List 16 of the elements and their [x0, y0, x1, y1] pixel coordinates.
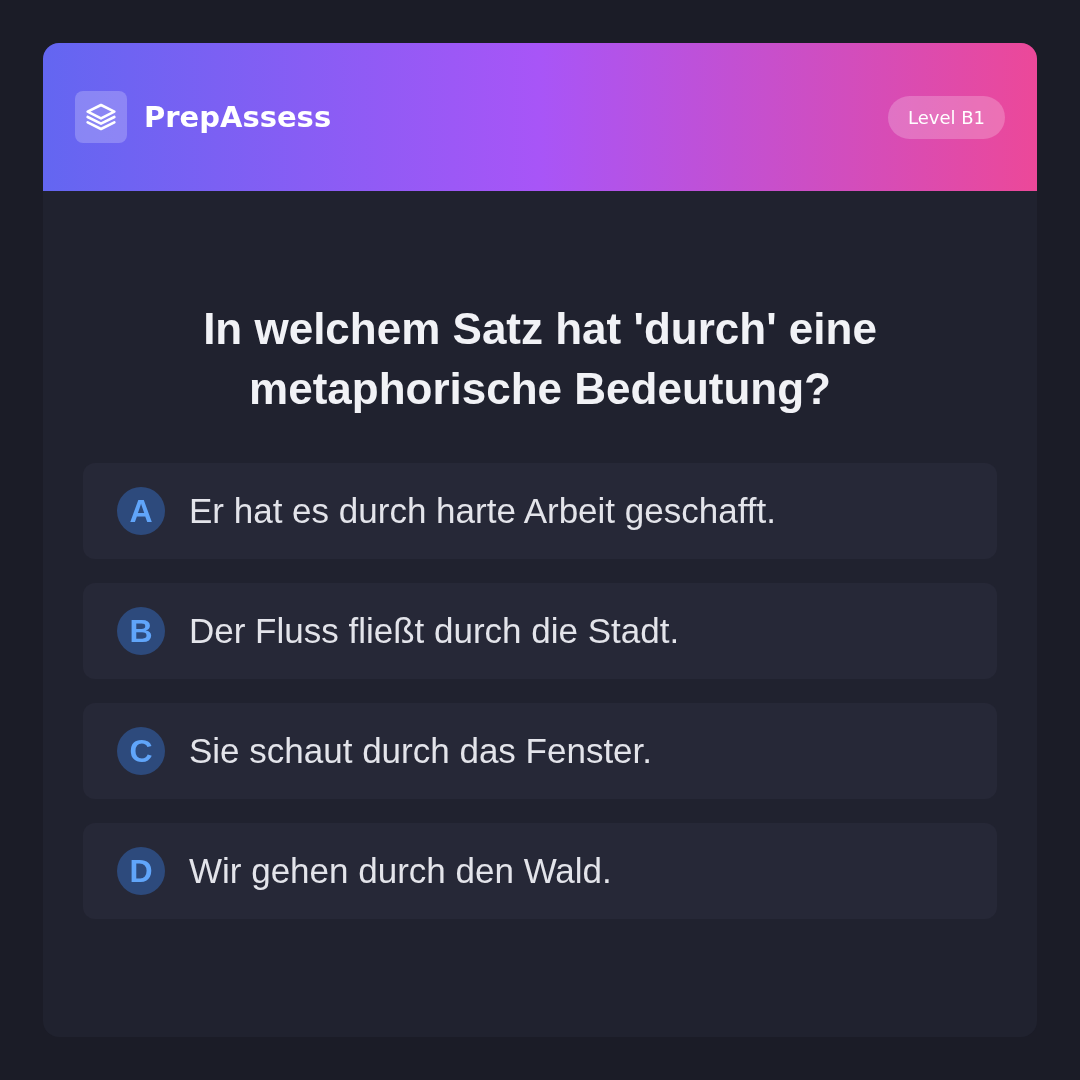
answer-option[interactable]: C Sie schaut durch das Fenster.: [83, 703, 997, 799]
brand-name: PrepAssess: [144, 100, 332, 134]
answer-option[interactable]: D Wir gehen durch den Wald.: [83, 823, 997, 919]
answer-option[interactable]: B Der Fluss fließt durch die Stadt.: [83, 583, 997, 679]
option-letter: B: [117, 607, 165, 655]
option-text: Sie schaut durch das Fenster.: [189, 731, 653, 771]
option-text: Wir gehen durch den Wald.: [189, 851, 612, 891]
option-letter: D: [117, 847, 165, 895]
layers-icon: [75, 91, 127, 143]
option-text: Er hat es durch harte Arbeit geschafft.: [189, 491, 776, 531]
answer-option[interactable]: A Er hat es durch harte Arbeit geschafft.: [83, 463, 997, 559]
option-text: Der Fluss fließt durch die Stadt.: [189, 611, 680, 651]
option-letter: C: [117, 727, 165, 775]
option-letter: A: [117, 487, 165, 535]
level-badge: Level B1: [887, 95, 1005, 139]
question-text: In welchem Satz hat 'durch' eine metaphorische Bedeutung?: [202, 303, 878, 415]
